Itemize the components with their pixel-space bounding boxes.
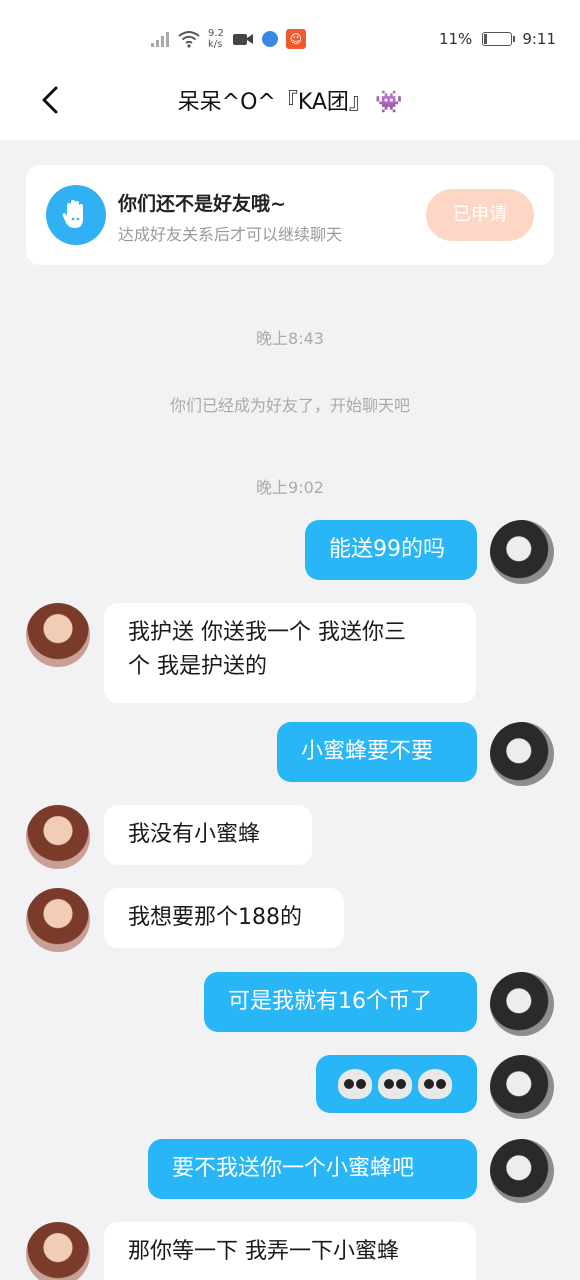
net-speed-unit: k/s [208, 39, 223, 50]
message-text: 那你等一下 我弄一下小蜜蜂 [128, 1239, 399, 1264]
message-bubble-incoming[interactable]: 那你等一下 我弄一下小蜜蜂 [104, 1222, 476, 1280]
contact-avatar[interactable] [26, 805, 90, 869]
timestamp: 晚上9:02 [256, 478, 324, 497]
alien-emoji-icon: 👾 [374, 90, 403, 115]
chat-screen: 9.2 k/s ☺ 11% 9:11 呆呆^O^『KA团』 👾 你们还不是好友哦… [0, 0, 580, 1280]
skull-emoji-icon [338, 1069, 372, 1099]
card-subtitle: 达成好友关系后才可以继续聊天 [118, 225, 343, 244]
emoji-row [338, 1067, 455, 1101]
net-speed: 9.2 k/s [208, 28, 224, 50]
status-time: 9:11 [522, 30, 556, 48]
message-bubble-incoming[interactable]: 我护送 你送我一个 我送你三 个 我是护送的 [104, 603, 476, 703]
message-text-line: 我护送 你送我一个 我送你三 [128, 620, 406, 645]
skull-emoji-icon [418, 1069, 452, 1099]
message-text: 我没有小蜜蜂 [128, 822, 261, 847]
my-avatar[interactable] [490, 722, 554, 786]
status-icons-right: 11% 9:11 [439, 30, 556, 48]
my-avatar[interactable] [490, 1139, 554, 1203]
wave-hand-icon [46, 185, 106, 245]
message-bubble-incoming[interactable]: 我想要那个188的 [104, 888, 344, 948]
applied-button[interactable]: 已申请 [426, 189, 534, 241]
signal-icon [151, 32, 169, 47]
message-bubble-outgoing[interactable]: 要不我送你一个小蜜蜂吧 [148, 1139, 477, 1199]
message-text: 我想要那个188的 [128, 905, 302, 930]
friend-request-card: 你们还不是好友哦~ 达成好友关系后才可以继续聊天 已申请 [26, 165, 554, 265]
message-text: 小蜜蜂要不要 [301, 739, 434, 764]
battery-fill [484, 34, 488, 44]
chat-title: 呆呆^O^『KA团』 👾 [0, 84, 580, 116]
message-bubble-outgoing[interactable] [316, 1055, 477, 1113]
contact-avatar[interactable] [26, 603, 90, 667]
card-title: 你们还不是好友哦~ [118, 193, 286, 215]
message-text: 能送99的吗 [329, 537, 445, 562]
battery-percent: 11% [438, 30, 473, 48]
friend-notice: 你们已经成为好友了，开始聊天吧 [169, 396, 410, 415]
my-avatar[interactable] [490, 1055, 554, 1119]
battery-icon [482, 32, 516, 46]
net-speed-value: 9.2 [208, 28, 224, 39]
message-bubble-incoming[interactable]: 我没有小蜜蜂 [104, 805, 312, 865]
message-bubble-outgoing[interactable]: 可是我就有16个币了 [204, 972, 477, 1032]
browser-icon [261, 31, 278, 47]
chat-header: 呆呆^O^『KA团』 👾 [0, 60, 580, 140]
message-text: 可是我就有16个币了 [228, 989, 432, 1014]
message-text-line: 个 我是护送的 [128, 654, 267, 679]
skull-emoji-icon [378, 1069, 412, 1099]
contact-avatar[interactable] [26, 888, 90, 952]
my-avatar[interactable] [490, 972, 554, 1036]
timestamp: 晚上8:43 [256, 329, 324, 348]
status-icons-left: 9.2 k/s ☺ [150, 28, 306, 50]
wifi-icon [178, 31, 200, 48]
my-avatar[interactable] [490, 520, 554, 584]
message-bubble-outgoing[interactable]: 小蜜蜂要不要 [277, 722, 477, 782]
video-icon [232, 34, 253, 45]
message-bubble-outgoing[interactable]: 能送99的吗 [305, 520, 477, 580]
message-text: 要不我送你一个小蜜蜂吧 [172, 1156, 415, 1181]
contact-avatar[interactable] [26, 1222, 90, 1280]
chat-title-text: 呆呆^O^『KA团』 [177, 90, 371, 115]
app-badge-icon: ☺ [285, 29, 306, 49]
